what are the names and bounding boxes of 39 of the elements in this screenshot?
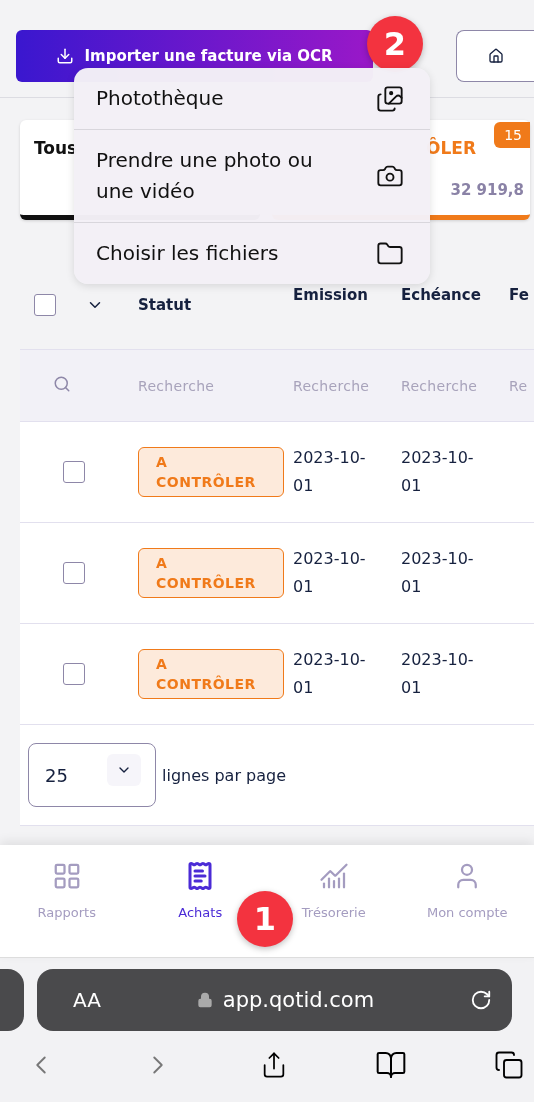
page-size-label: lignes par page (162, 765, 287, 785)
emission-date: 2023-10-01 (293, 649, 367, 699)
lock-icon (196, 992, 213, 1008)
emission-date: 2023-10-01 (293, 447, 367, 497)
due-date: 2023-10-01 (401, 447, 475, 497)
due-date: 2023-10-01 (401, 548, 475, 598)
row-checkbox[interactable] (63, 562, 85, 584)
menu-item[interactable]: Choisir les fichiers (74, 223, 430, 284)
nav-tab[interactable]: Achats (178, 845, 223, 920)
row-checkbox[interactable] (63, 663, 85, 685)
bookmarks-icon[interactable] (375, 1049, 407, 1081)
column-header[interactable]: Echéance (401, 286, 481, 304)
due-date: 2023-10-01 (401, 649, 475, 699)
reload-icon[interactable] (470, 989, 492, 1011)
home-icon (487, 47, 504, 64)
status-badge: A CONTRÔLER (138, 649, 284, 699)
menu-item[interactable]: Prendre une photo ou une vidéo (74, 130, 430, 223)
url-text: app.qotid.com (222, 988, 375, 1012)
emission-date: 2023-10-01 (293, 548, 367, 598)
card-amount: 32 919,8 (450, 181, 524, 199)
status-badge: A CONTRÔLER (138, 447, 284, 497)
photos-icon (376, 84, 404, 113)
page-size-select[interactable]: 25 (28, 743, 156, 807)
status-badge: A CONTRÔLER (138, 548, 284, 598)
download-icon (56, 46, 75, 65)
menu-item[interactable]: Photothèque (74, 68, 430, 130)
count-badge: 15 (494, 122, 530, 148)
select-all-checkbox[interactable] (34, 293, 56, 316)
step-badge: 1 (237, 891, 293, 947)
text-size-button[interactable]: AA (73, 988, 101, 1012)
row-checkbox[interactable] (63, 461, 85, 483)
column-header[interactable]: Emission (293, 286, 368, 304)
search-icon (53, 374, 71, 393)
column-header[interactable]: Statut (138, 295, 192, 314)
address-bar[interactable]: AA app.qotid.com (37, 969, 512, 1031)
chart-icon (318, 861, 349, 891)
column-header[interactable]: Fe (509, 286, 529, 304)
tabs-icon[interactable] (494, 1050, 524, 1080)
side-button[interactable] (456, 29, 534, 82)
